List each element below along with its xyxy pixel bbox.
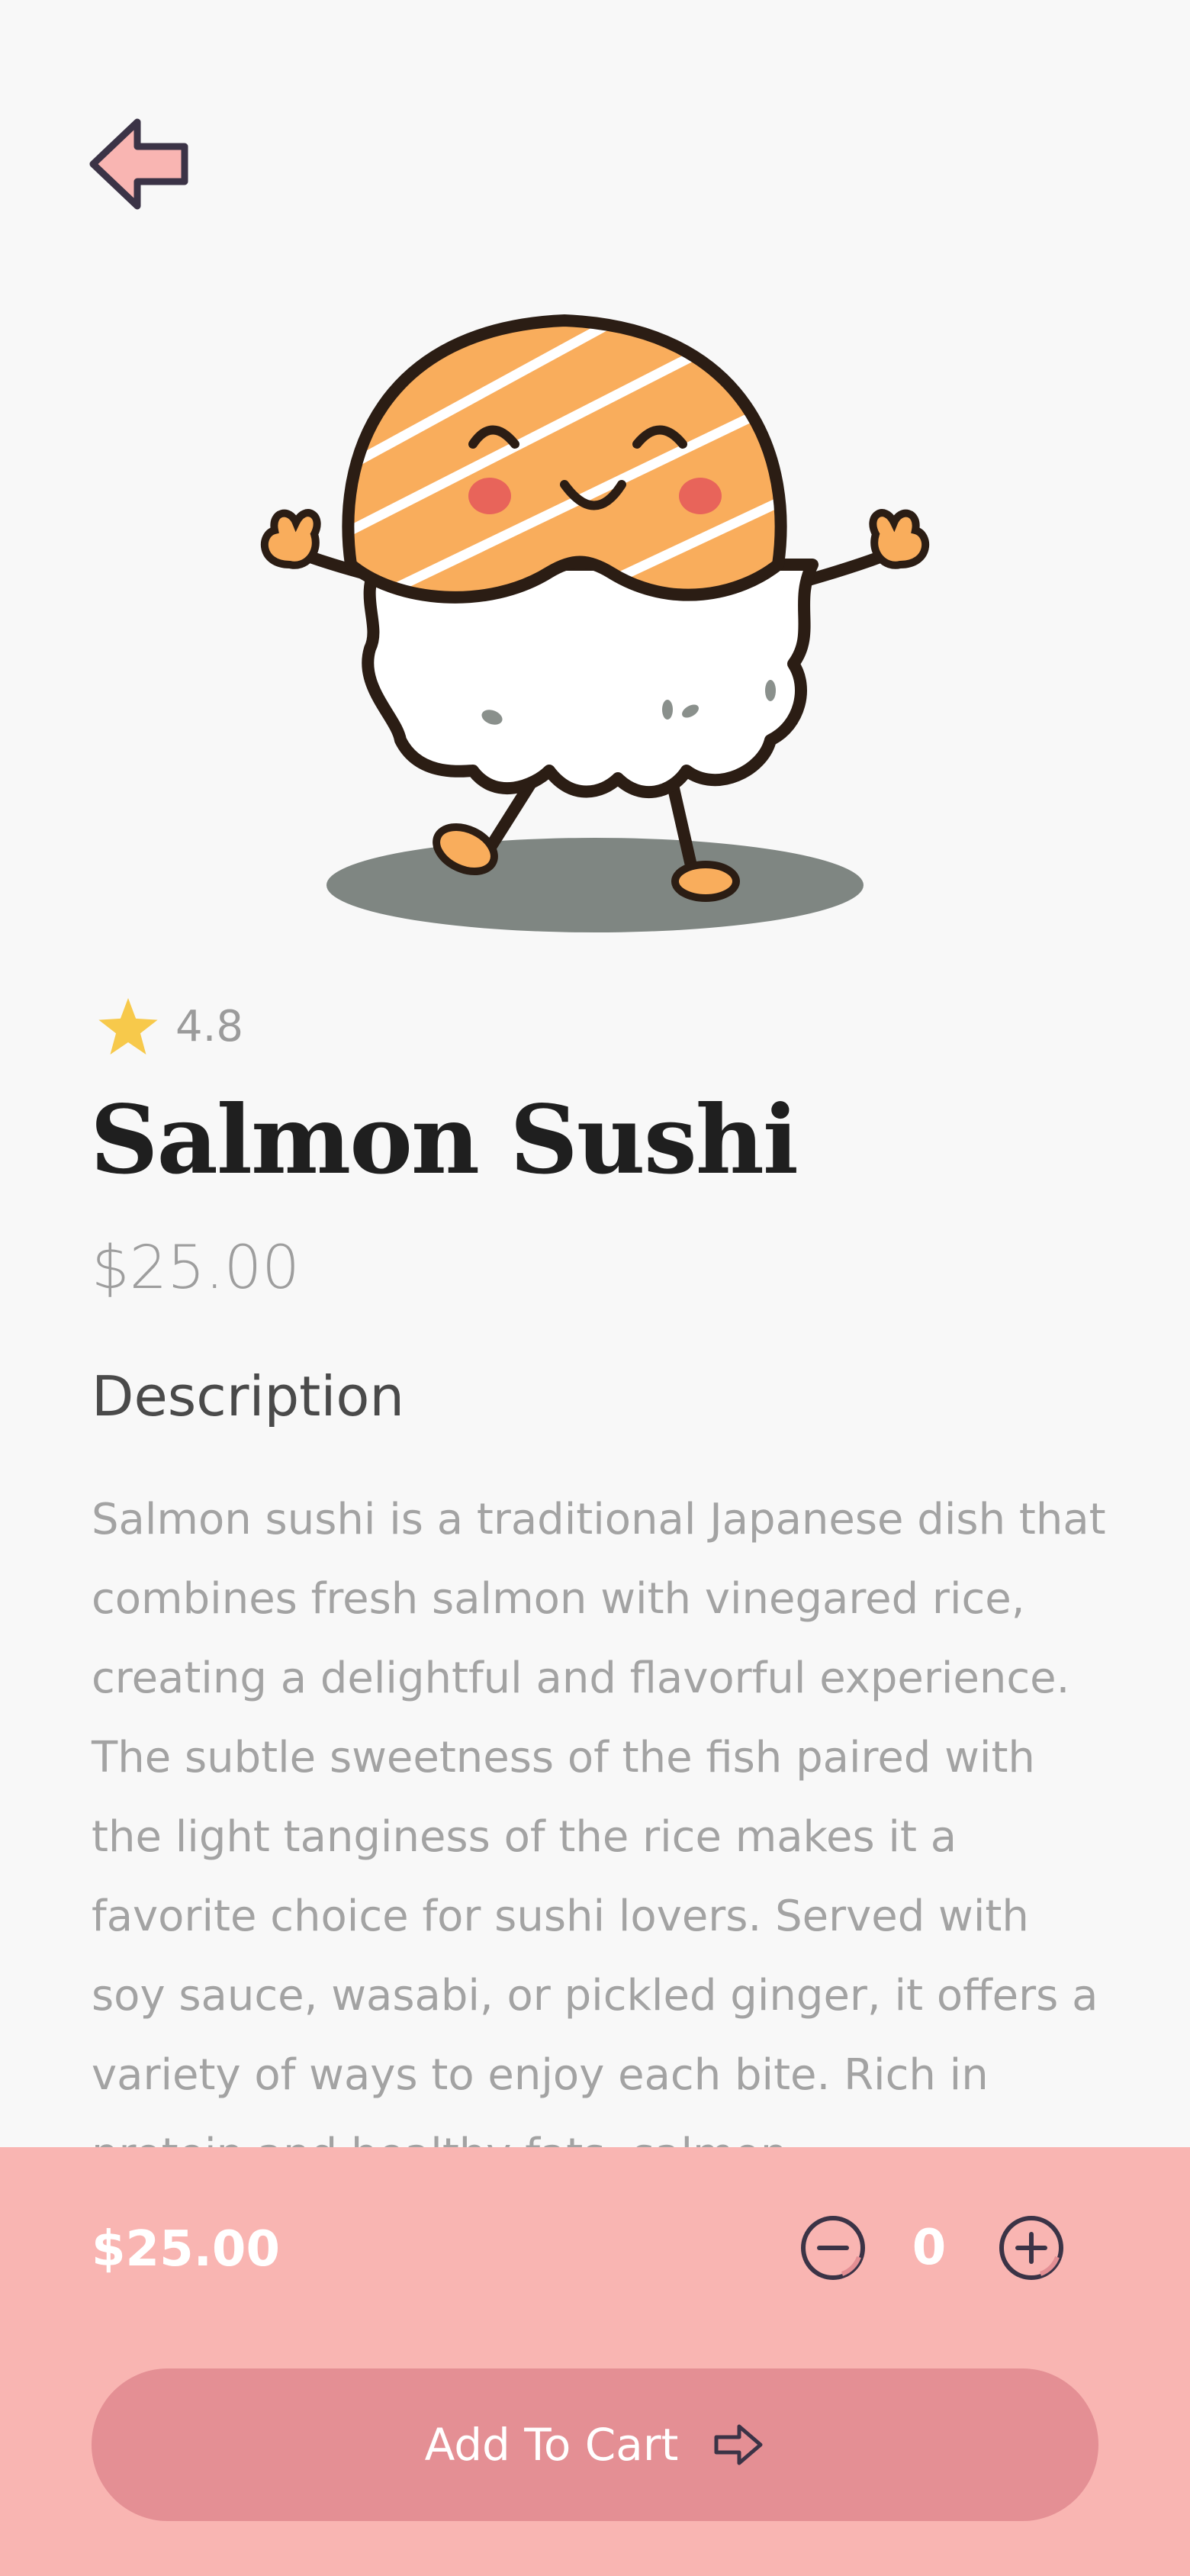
star-icon xyxy=(98,998,158,1055)
cart-panel: $25.00 0 Add To Cart xyxy=(0,2147,1190,2576)
description-heading: Description xyxy=(92,1364,405,1428)
salmon-sushi-mascot xyxy=(261,314,929,932)
rating: 4.8 xyxy=(96,992,243,1061)
decrease-quantity-button[interactable] xyxy=(798,2213,868,2283)
description-text: Salmon sushi is a traditional Japanese d… xyxy=(92,1495,1106,2179)
rating-value: 4.8 xyxy=(175,1001,244,1051)
product-price: $25.00 xyxy=(92,1234,300,1302)
total-price: $25.00 xyxy=(92,2221,280,2278)
add-to-cart-button[interactable]: Add To Cart xyxy=(92,2368,1098,2521)
quantity-value: 0 xyxy=(912,2220,947,2276)
arrow-right-icon xyxy=(714,2424,763,2465)
plus-circle-icon xyxy=(999,2216,1063,2280)
increase-quantity-button[interactable] xyxy=(996,2213,1066,2283)
arrow-left-icon xyxy=(89,118,188,210)
product-image xyxy=(244,244,946,946)
add-to-cart-label: Add To Cart xyxy=(424,2419,679,2471)
product-title: Salmon Sushi xyxy=(90,1085,799,1196)
minus-circle-icon xyxy=(801,2216,865,2280)
back-button[interactable] xyxy=(85,114,192,214)
